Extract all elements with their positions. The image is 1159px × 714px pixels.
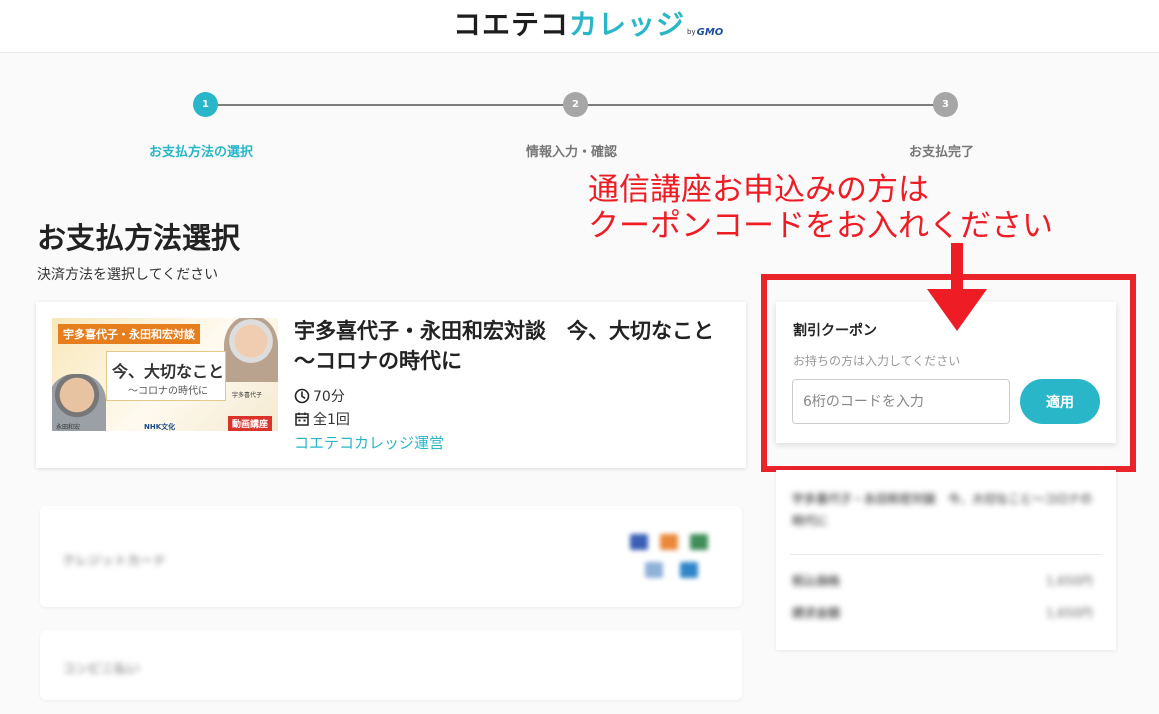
summary-divider: [790, 554, 1102, 555]
logo-text-accent: カレッジ: [569, 8, 686, 41]
payment-option-credit-card[interactable]: クレジットカード: [40, 506, 742, 607]
order-summary-card: 宇多喜代子・永田和宏対談 今、大切なこと～コロナの時代に 税込価格 1,650円…: [776, 470, 1116, 650]
step-2-label: 情報入力・確認: [526, 145, 618, 160]
step-1-label: お支払方法の選択: [149, 145, 254, 160]
clock-icon: [294, 388, 310, 404]
coupon-title: 割引クーポン: [793, 323, 877, 339]
card-brand-icon: [690, 534, 708, 550]
thumbnail-caption-right: 宇多喜代子: [232, 392, 263, 399]
thumbnail-caption-left: 永田和宏: [56, 424, 81, 431]
step-connector-2: [588, 104, 934, 106]
annotation-line-1: 通信講座お申込みの方は: [588, 172, 929, 208]
step-3-circle: 3: [933, 92, 958, 117]
step-connector-1: [217, 104, 563, 106]
card-brand-icon: [680, 562, 698, 578]
payment-option-label: コンビニ払い: [62, 662, 141, 677]
summary-row-label: 請求金額: [792, 606, 841, 620]
thumbnail-brand: NHK文化: [144, 423, 176, 431]
step-1-circle: 1: [193, 92, 218, 117]
thumbnail-tag: 動画講座: [228, 416, 273, 431]
site-logo[interactable]: コエテコ カレッジ by GMO: [453, 8, 723, 42]
annotation-arrow-icon: [927, 243, 987, 331]
card-brand-icon: [630, 534, 648, 550]
card-brand-icon: [660, 534, 678, 550]
logo-text-dark: コエテコ: [453, 8, 570, 41]
page-title: お支払方法選択: [37, 221, 241, 255]
card-brand-icon: [645, 562, 663, 578]
course-sessions-text: 全1回: [313, 412, 350, 428]
coupon-code-input[interactable]: [792, 379, 1010, 424]
coupon-description: お持ちの方は入力してください: [793, 354, 961, 368]
step-2-circle: 2: [563, 92, 588, 117]
course-card: 宇多喜代子・永田和宏対談 今、大切なこと ～コロナの時代に 永田和宏 宇多喜代子…: [36, 302, 746, 468]
annotation-text: 通信講座お申込みの方は クーポンコードをお入れください: [588, 172, 1053, 244]
course-organizer-link[interactable]: コエテコカレッジ運営: [294, 432, 444, 453]
step-3-label: お支払完了: [909, 145, 975, 160]
thumbnail-main-text: 今、大切なこと: [112, 362, 225, 381]
calendar-icon: [295, 412, 309, 426]
thumbnail-sub-text: ～コロナの時代に: [128, 386, 208, 397]
summary-row-value: 1,650円: [1046, 606, 1093, 620]
logo-by: by: [687, 28, 696, 36]
payment-option-label: クレジットカード: [62, 554, 167, 569]
course-sessions: 全1回: [294, 409, 350, 429]
course-thumbnail: 宇多喜代子・永田和宏対談 今、大切なこと ～コロナの時代に 永田和宏 宇多喜代子…: [52, 318, 278, 431]
summary-course-title: 宇多喜代子・永田和宏対談 今、大切なこと～コロナの時代に: [792, 492, 1093, 528]
annotation-line-2: クーポンコードをお入れください: [588, 208, 1053, 244]
course-title: 宇多喜代子・永田和宏対談 今、大切なこと～コロナの時代に: [294, 319, 714, 373]
logo-gmo: GMO: [696, 27, 724, 38]
summary-row-value: 1,650円: [1046, 574, 1093, 588]
course-duration: 70分: [294, 386, 345, 406]
apply-coupon-button[interactable]: 適用: [1020, 379, 1100, 424]
site-header: コエテコ カレッジ by GMO: [0, 0, 1159, 53]
thumbnail-banner: 宇多喜代子・永田和宏対談: [58, 324, 200, 344]
course-duration-text: 70分: [313, 389, 345, 405]
summary-row-label: 税込価格: [792, 574, 841, 588]
page-subtitle: 決済方法を選択してください: [37, 267, 219, 283]
payment-option-convenience-store[interactable]: コンビニ払い: [40, 630, 742, 700]
thumbnail-person-right: [224, 318, 278, 382]
